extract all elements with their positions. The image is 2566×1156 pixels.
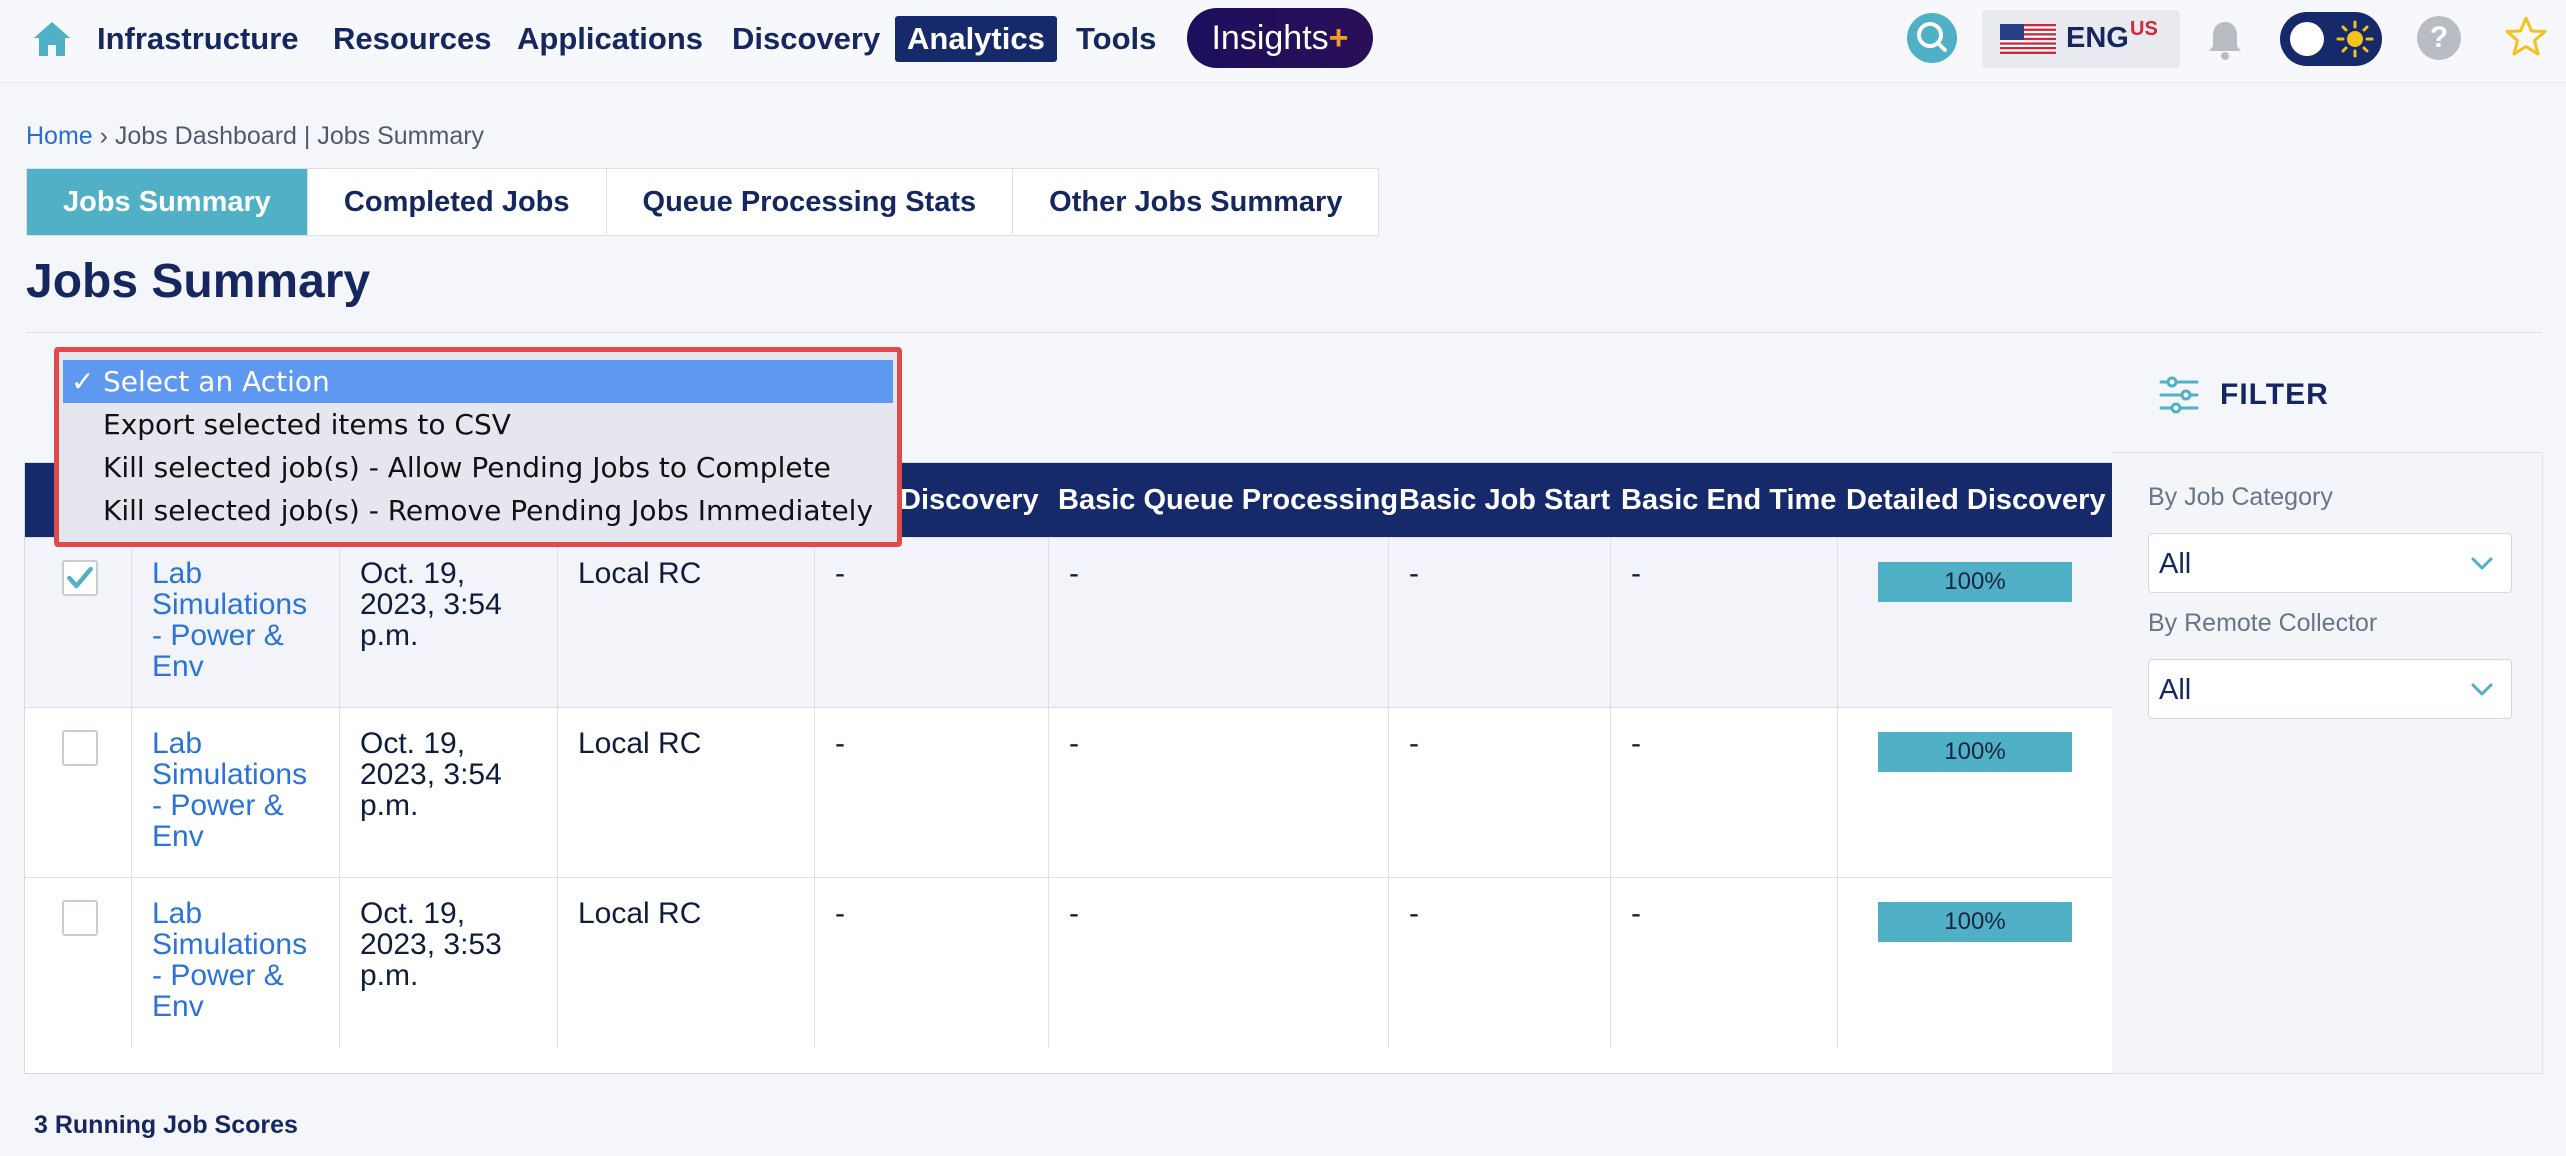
- home-icon[interactable]: [32, 20, 72, 58]
- action-option-select[interactable]: ✓ Select an Action: [63, 360, 893, 403]
- action-option-label: Select an Action: [103, 365, 330, 398]
- job-category-value: All: [2159, 548, 2192, 580]
- nav-discovery[interactable]: Discovery: [720, 16, 892, 62]
- row-select-cell: [25, 538, 131, 708]
- remote-collector-label: By Remote Collector: [2148, 609, 2378, 637]
- job-category-label: By Job Category: [2148, 483, 2333, 511]
- row-checkbox[interactable]: [62, 560, 98, 596]
- table-row: Lab Simulations - Power & Env Oct. 19, 2…: [25, 707, 2113, 878]
- nav-tools[interactable]: Tools: [1064, 16, 1168, 62]
- tab-other-jobs-summary[interactable]: Other Jobs Summary: [1013, 169, 1378, 235]
- chevron-down-icon: [2471, 683, 2493, 696]
- tab-completed-jobs[interactable]: Completed Jobs: [308, 169, 607, 235]
- theme-toggle[interactable]: [2280, 12, 2382, 66]
- filter-panel: By Job Category All By Remote Collector …: [2112, 452, 2543, 1074]
- tab-queue-processing-stats[interactable]: Queue Processing Stats: [607, 169, 1014, 235]
- filter-label: FILTER: [2220, 378, 2329, 411]
- insights-button[interactable]: Insights+: [1187, 8, 1373, 68]
- nav-analytics[interactable]: Analytics: [895, 16, 1057, 62]
- search-icon: [1917, 22, 1947, 52]
- header-basic-end-time[interactable]: Basic End Time: [1621, 463, 1836, 537]
- detailed-discovery-cell: 100%: [1837, 538, 2113, 708]
- job-start-cell: -: [1388, 878, 1610, 1048]
- collector-cell: Local RC: [557, 878, 814, 1048]
- action-select-dropdown[interactable]: ✓ Select an Action Export selected items …: [54, 347, 902, 547]
- breadcrumb-home-link[interactable]: Home: [26, 122, 93, 150]
- job-name-link[interactable]: Lab Simulations - Power & Env: [152, 897, 307, 1023]
- notifications-bell-icon[interactable]: [2204, 18, 2246, 62]
- language-region: US: [2130, 18, 2158, 40]
- detailed-discovery-cell: 100%: [1837, 708, 2113, 878]
- check-icon: ✓: [71, 365, 95, 398]
- action-option-kill-allow-pending[interactable]: Kill selected job(s) - Allow Pending Job…: [63, 446, 893, 489]
- insights-label: Insights: [1211, 19, 1329, 57]
- job-time-cell: Oct. 19, 2023, 3:54 p.m.: [339, 708, 557, 878]
- job-start-cell: -: [1388, 538, 1610, 708]
- remote-collector-value: All: [2159, 674, 2192, 706]
- search-button[interactable]: [1907, 13, 1957, 63]
- tab-jobs-summary[interactable]: Jobs Summary: [27, 169, 308, 235]
- breadcrumb-current: Jobs Dashboard | Jobs Summary: [114, 122, 485, 150]
- table-row: Lab Simulations - Power & Env Oct. 19, 2…: [25, 877, 2113, 1048]
- running-job-count: 3 Running Job Scores: [34, 1111, 298, 1139]
- header-basic-job-start[interactable]: Basic Job Start: [1399, 463, 1610, 537]
- action-option-kill-remove-pending[interactable]: Kill selected job(s) - Remove Pending Jo…: [63, 489, 893, 532]
- sun-icon: [2336, 20, 2374, 58]
- job-time-cell: Oct. 19, 2023, 3:53 p.m.: [339, 878, 557, 1048]
- job-time-cell: Oct. 19, 2023, 3:54 p.m.: [339, 538, 557, 708]
- progress-bar: 100%: [1878, 732, 2072, 772]
- table-row: Lab Simulations - Power & Env Oct. 19, 2…: [25, 537, 2113, 708]
- job-name-cell: Lab Simulations - Power & Env: [131, 708, 339, 878]
- chevron-down-icon: [2471, 557, 2493, 570]
- end-time-cell: -: [1610, 878, 1837, 1048]
- favorite-star-icon[interactable]: [2503, 14, 2549, 60]
- row-select-cell: [25, 878, 131, 1048]
- action-option-export-csv[interactable]: Export selected items to CSV: [63, 403, 893, 446]
- top-navigation: Infrastructure Resources Applications Di…: [0, 0, 2566, 83]
- queue-processing-cell: -: [1048, 538, 1388, 708]
- row-checkbox[interactable]: [62, 730, 98, 766]
- progress-bar: 100%: [1878, 562, 2072, 602]
- language-code: ENG: [2066, 22, 2129, 54]
- job-name-link[interactable]: Lab Simulations - Power & Env: [152, 557, 307, 683]
- end-time-cell: -: [1610, 708, 1837, 878]
- row-select-cell: [25, 708, 131, 878]
- nav-infrastructure[interactable]: Infrastructure: [85, 16, 311, 62]
- header-detailed-discovery[interactable]: Detailed Discovery: [1846, 463, 2106, 537]
- toggle-knob: [2290, 22, 2324, 56]
- job-name-link[interactable]: Lab Simulations - Power & Env: [152, 727, 307, 853]
- detailed-discovery-cell: 100%: [1837, 878, 2113, 1048]
- help-icon[interactable]: ?: [2417, 16, 2461, 60]
- row-checkbox[interactable]: [62, 900, 98, 936]
- nav-applications[interactable]: Applications: [505, 16, 715, 62]
- remote-collector-select[interactable]: All: [2148, 659, 2512, 719]
- queue-processing-cell: -: [1048, 708, 1388, 878]
- job-category-select[interactable]: All: [2148, 533, 2512, 593]
- page-title: Jobs Summary: [26, 255, 371, 308]
- tab-bar: Jobs Summary Completed Jobs Queue Proces…: [26, 168, 1380, 236]
- breadcrumb: Home › Jobs Dashboard | Jobs Summary: [26, 122, 484, 151]
- collector-cell: Local RC: [557, 538, 814, 708]
- jobs-table: Discovery Basic Queue Processing Basic J…: [24, 462, 2114, 1074]
- breadcrumb-separator: ›: [92, 122, 115, 150]
- divider: [26, 332, 2542, 333]
- end-time-cell: -: [1610, 538, 1837, 708]
- language-selector[interactable]: ENG US: [1982, 10, 2180, 68]
- job-name-cell: Lab Simulations - Power & Env: [131, 538, 339, 708]
- progress-bar: 100%: [1878, 902, 2072, 942]
- job-start-cell: -: [1388, 708, 1610, 878]
- us-flag-icon: [2000, 24, 2056, 54]
- filter-sliders-icon: [2159, 376, 2199, 414]
- nav-resources[interactable]: Resources: [321, 16, 504, 62]
- discovery-cell: -: [814, 538, 1048, 708]
- insights-plus: +: [1328, 19, 1349, 57]
- discovery-cell: -: [814, 708, 1048, 878]
- checkmark-icon: [67, 566, 93, 589]
- discovery-cell: -: [814, 878, 1048, 1048]
- collector-cell: Local RC: [557, 708, 814, 878]
- job-name-cell: Lab Simulations - Power & Env: [131, 878, 339, 1048]
- header-discovery[interactable]: Discovery: [900, 463, 1039, 537]
- header-basic-queue-processing[interactable]: Basic Queue Processing: [1058, 463, 1398, 537]
- queue-processing-cell: -: [1048, 878, 1388, 1048]
